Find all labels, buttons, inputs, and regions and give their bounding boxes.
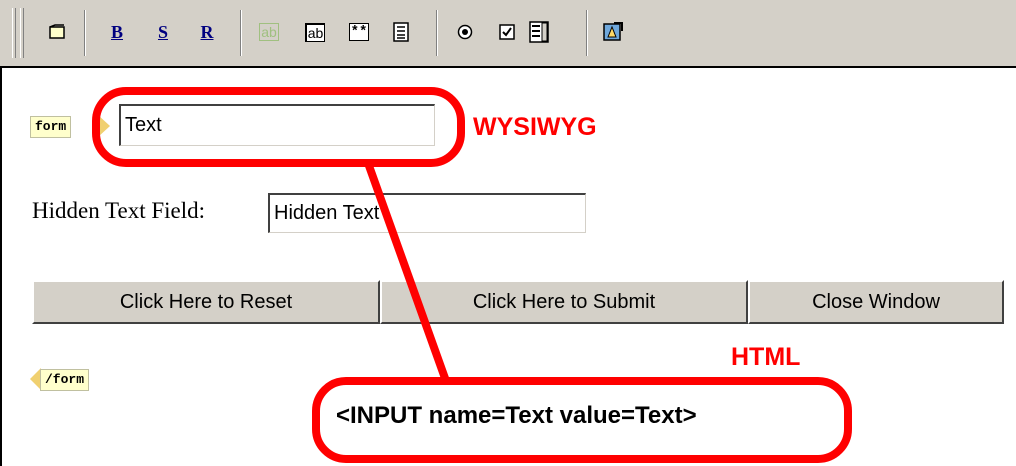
- wysiwyg-label: WYSIWYG: [473, 113, 597, 141]
- html-label: HTML: [731, 343, 801, 371]
- html-code-text: <INPUT name=Text value=Text>: [336, 402, 697, 429]
- wysiwyg-callout: [92, 87, 465, 167]
